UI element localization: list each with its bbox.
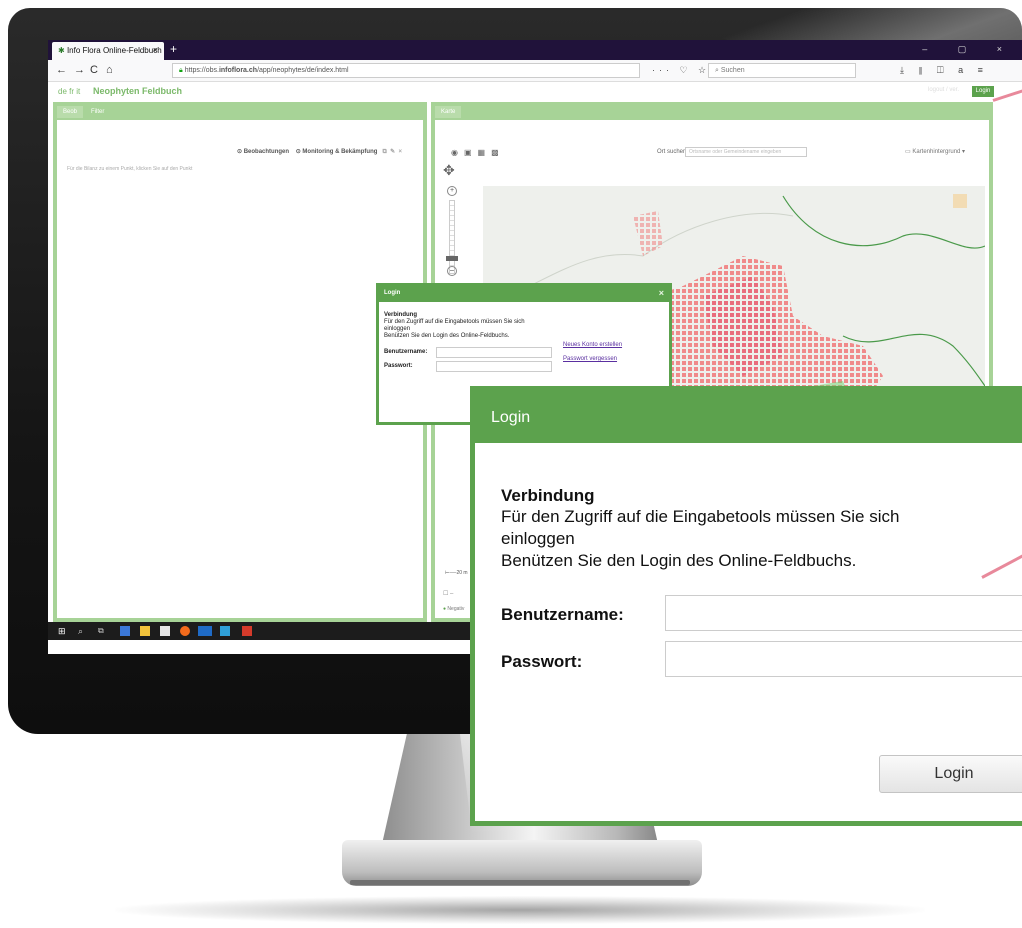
pan-control-icon[interactable]: ✥ — [443, 162, 455, 179]
panel-toolbar: ⊙ Beobachtungen ⊙ Monitoring & Bekämpfun… — [237, 148, 402, 156]
map-tools: ◉▣▦▩ — [451, 148, 505, 157]
username-label: Benutzername: — [384, 349, 428, 355]
monitor-shadow — [115, 896, 925, 924]
forward-button[interactable]: → — [74, 64, 85, 76]
observations-button[interactable]: ⊙ Beobachtungen — [237, 149, 289, 155]
browser-tab[interactable]: ✱ Info Flora Online-Feldbuch × — [52, 42, 164, 60]
zoom-out-icon[interactable]: – — [447, 266, 457, 276]
left-panel-content: ⊙ Beobachtungen ⊙ Monitoring & Bekämpfun… — [57, 120, 423, 618]
edit-icon[interactable]: ✎ — [390, 149, 395, 155]
reload-button[interactable]: C — [90, 64, 98, 76]
locate-icon[interactable]: ◉ — [451, 148, 464, 157]
close-icon[interactable]: × — [398, 149, 402, 155]
monitor-stand-base-edge — [350, 880, 690, 885]
legend-negative: ● Negativ — [443, 606, 465, 612]
login-button-header[interactable]: Login — [972, 86, 994, 97]
zoom-in-icon[interactable]: + — [447, 186, 457, 196]
store-icon[interactable] — [160, 626, 170, 636]
dialog-text-2: einloggen — [501, 529, 575, 548]
search-placeholder: Suchen — [720, 67, 745, 74]
app-header: de fr it Neophyten Feldbuch logout / ver… — [48, 83, 1022, 99]
map-background-select[interactable]: ▭ Kartenhintergrund ▾ — [905, 148, 965, 155]
tab-filter[interactable]: Filter — [85, 106, 111, 118]
start-icon[interactable]: ⊞ — [58, 626, 68, 636]
monitoring-button[interactable]: ⊙ Monitoring & Bekämpfung — [296, 149, 378, 155]
task-view-icon[interactable]: ⧉ — [98, 626, 108, 636]
search-input[interactable]: ⌕ Suchen — [708, 63, 856, 78]
leaf-icon: ✱ — [58, 46, 65, 55]
password-label: Passwort: — [384, 363, 413, 369]
login-button[interactable]: Login — [879, 755, 1022, 793]
tab-karte[interactable]: Karte — [435, 106, 462, 118]
username-label: Benutzername: — [501, 605, 624, 624]
dialog-text-3: Benützen Sie den Login des Online-Feldbu… — [384, 333, 510, 339]
new-account-link[interactable]: Neues Konto erstellen — [563, 342, 622, 349]
dialog-text-3: Benützen Sie den Login des Online-Feldbu… — [501, 551, 857, 570]
ort-suchen-input[interactable]: Ortsname oder Gemeindename eingeben — [685, 147, 807, 157]
left-panel: Beob Filter ⊙ Beobachtungen ⊙ Monitoring… — [53, 102, 427, 622]
url-path: /app/neophytes/de/index.html — [257, 67, 349, 74]
new-tab-button[interactable]: + — [170, 42, 177, 56]
dialog-header: Login — [475, 391, 1022, 443]
home-button[interactable]: ⌂ — [106, 64, 113, 76]
browser-nav-bar: ← → C ⌂ 🔒︎ https://obs.infoflora.ch/app/… — [48, 60, 1022, 82]
app-icon[interactable] — [220, 626, 230, 636]
version-text: logout / ver. — [928, 87, 960, 93]
map-scale: ⊢──20 m — [445, 570, 468, 576]
dialog-heading: Verbindung — [501, 486, 595, 505]
legend-checkbox[interactable]: ☐ – — [443, 590, 453, 597]
firefox-icon[interactable] — [180, 626, 190, 636]
dialog-heading: Verbindung — [384, 312, 417, 318]
grid-icon[interactable]: ▦ — [478, 148, 492, 157]
close-tab-icon[interactable]: × — [153, 45, 158, 55]
username-field[interactable] — [665, 595, 1022, 631]
dialog-header: Login × — [379, 286, 669, 302]
window-controls[interactable]: – ▢ × — [922, 44, 1016, 55]
zoom-slider[interactable] — [449, 200, 455, 274]
page-actions[interactable]: ··· ♡ ☆ — [652, 65, 710, 76]
ort-suchen-label: Ort suchen — [657, 149, 687, 155]
dialog-text-1: Für den Zugriff auf die Eingabetools müs… — [384, 319, 525, 325]
close-icon[interactable]: × — [659, 288, 664, 298]
panel-hint: Für die Bilanz zu einem Punkt, klicken S… — [67, 166, 193, 172]
url-prefix: https://obs. — [184, 67, 219, 74]
zoom-slider-handle[interactable] — [446, 256, 458, 261]
url-bar[interactable]: 🔒︎ https://obs.infoflora.ch/app/neophyte… — [172, 63, 640, 78]
password-field-small[interactable] — [436, 361, 552, 372]
language-switcher[interactable]: de fr it — [58, 87, 80, 96]
outlook-icon[interactable] — [198, 626, 212, 636]
password-label: Passwort: — [501, 652, 583, 671]
tab-beob[interactable]: Beob — [57, 106, 84, 118]
dialog-text-1: Für den Zugriff auf die Eingabetools müs… — [501, 507, 900, 526]
password-field[interactable] — [665, 641, 1022, 677]
edge-icon[interactable] — [120, 626, 130, 636]
app-title: Neophyten Feldbuch — [93, 86, 183, 96]
lock-icon: 🔒︎ — [179, 67, 183, 74]
acrobat-icon[interactable] — [242, 626, 252, 636]
tab-title: Info Flora Online-Feldbuch — [66, 46, 162, 55]
tiles-icon[interactable]: ▩ — [491, 148, 505, 157]
url-domain: infoflora.ch — [218, 67, 258, 74]
image-icon[interactable]: ▣ — [464, 148, 478, 157]
dialog-title: Login — [384, 290, 401, 296]
search-taskbar-icon[interactable]: ⌕ — [78, 626, 88, 636]
explorer-icon[interactable] — [140, 626, 150, 636]
browser-tab-bar: ✱ Info Flora Online-Feldbuch × + – ▢ × — [48, 40, 1022, 60]
dialog-text-2: einloggen — [384, 326, 411, 332]
browser-toolbar-icons[interactable]: ⤓ ⫴ ◫ a ≡ — [900, 65, 989, 76]
copy-icon[interactable]: ⧉ — [382, 149, 386, 155]
username-field-small[interactable] — [436, 347, 552, 358]
forgot-password-link[interactable]: Passwort vergessen — [563, 356, 617, 363]
login-dialog-zoomed: Login Verbindung Für den Zugriff auf die… — [470, 386, 1022, 826]
back-button[interactable]: ← — [56, 64, 67, 76]
